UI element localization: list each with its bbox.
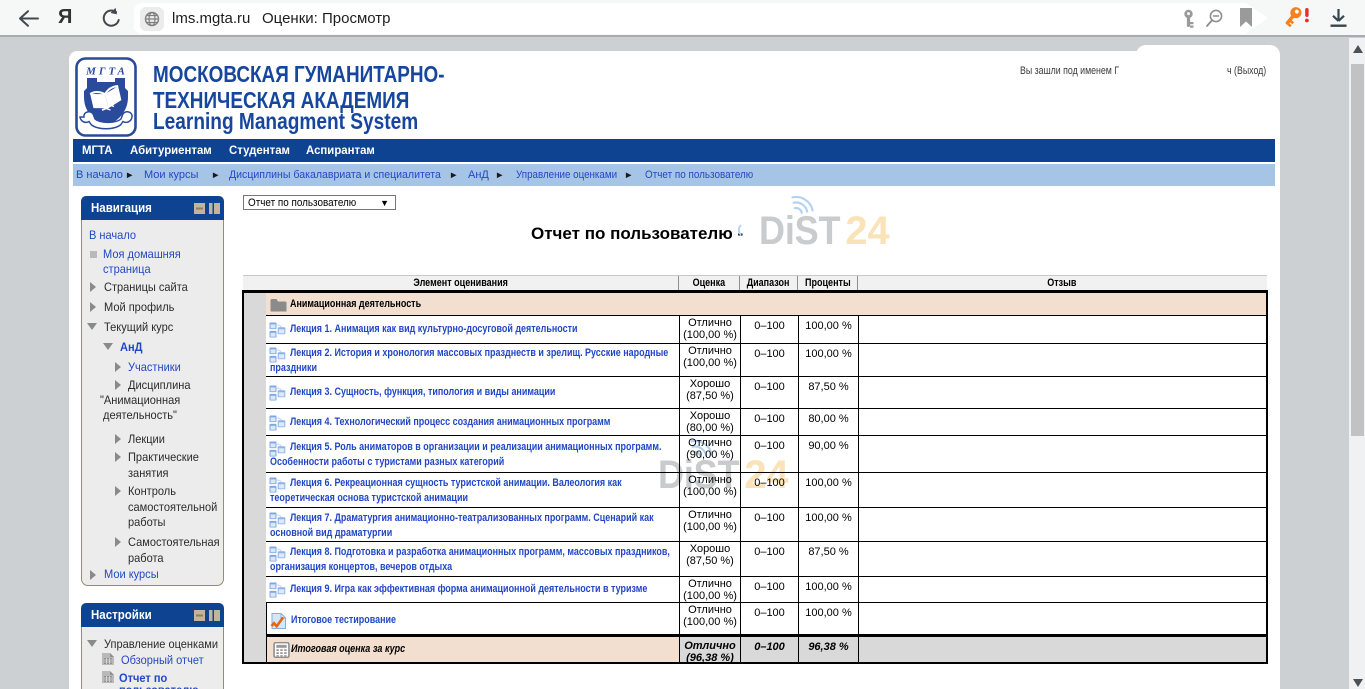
svg-text:МГТА: МГТА (85, 66, 128, 78)
